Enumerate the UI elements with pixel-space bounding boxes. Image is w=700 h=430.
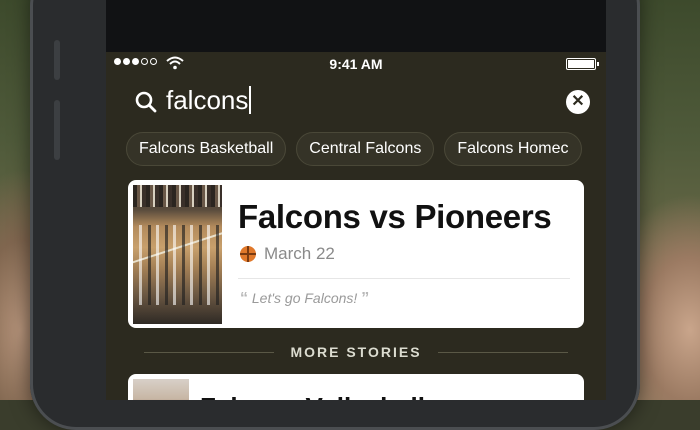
search-input[interactable]: falcons: [166, 85, 252, 116]
phone-bezel: [106, 0, 606, 52]
section-title: MORE STORIES: [290, 344, 422, 360]
phone-volume-button: [54, 100, 60, 160]
section-header: MORE STORIES: [106, 342, 606, 362]
story-meta: March 22: [240, 244, 335, 264]
suggestion-chip[interactable]: Falcons Basketball: [126, 132, 287, 166]
app-screen: 9:41 AM falcons ✕ Falcons Basketball Cen…: [106, 0, 606, 400]
suggestion-chip[interactable]: Central Falcons: [296, 132, 435, 166]
story-card[interactable]: Falcons Volleyball: [128, 374, 584, 400]
clear-search-button[interactable]: ✕: [566, 90, 590, 114]
story-date: March 22: [264, 244, 335, 263]
status-time: 9:41 AM: [329, 56, 383, 72]
close-quote-icon: ”: [361, 290, 370, 307]
quote-text: Let's go Falcons!: [251, 290, 358, 306]
search-bar[interactable]: falcons ✕: [130, 84, 590, 120]
text-caret: [249, 86, 252, 114]
story-quote: “ Let's go Falcons! ”: [240, 290, 369, 308]
story-thumbnail: [133, 379, 189, 400]
search-icon: [135, 91, 157, 113]
basketball-icon: [240, 246, 256, 262]
search-query: falcons: [166, 85, 249, 115]
suggestion-chip[interactable]: Falcons Homec: [444, 132, 582, 166]
open-quote-icon: “: [240, 290, 248, 307]
divider: [437, 351, 568, 353]
card-divider: [238, 278, 570, 279]
story-thumbnail: [133, 185, 222, 324]
story-title: Falcons vs Pioneers: [238, 198, 552, 235]
phone-frame: 9:41 AM falcons ✕ Falcons Basketball Cen…: [30, 0, 640, 430]
story-card[interactable]: Falcons vs Pioneers March 22 “ Let's go …: [128, 180, 584, 328]
battery-icon: [566, 58, 599, 70]
suggestion-chips: Falcons Basketball Central Falcons Falco…: [126, 132, 582, 168]
close-icon: ✕: [571, 93, 585, 110]
status-bar: 9:41 AM: [106, 52, 606, 76]
story-title: Falcons Volleyball: [200, 392, 425, 400]
divider: [144, 351, 275, 353]
phone-side-button: [54, 40, 60, 80]
